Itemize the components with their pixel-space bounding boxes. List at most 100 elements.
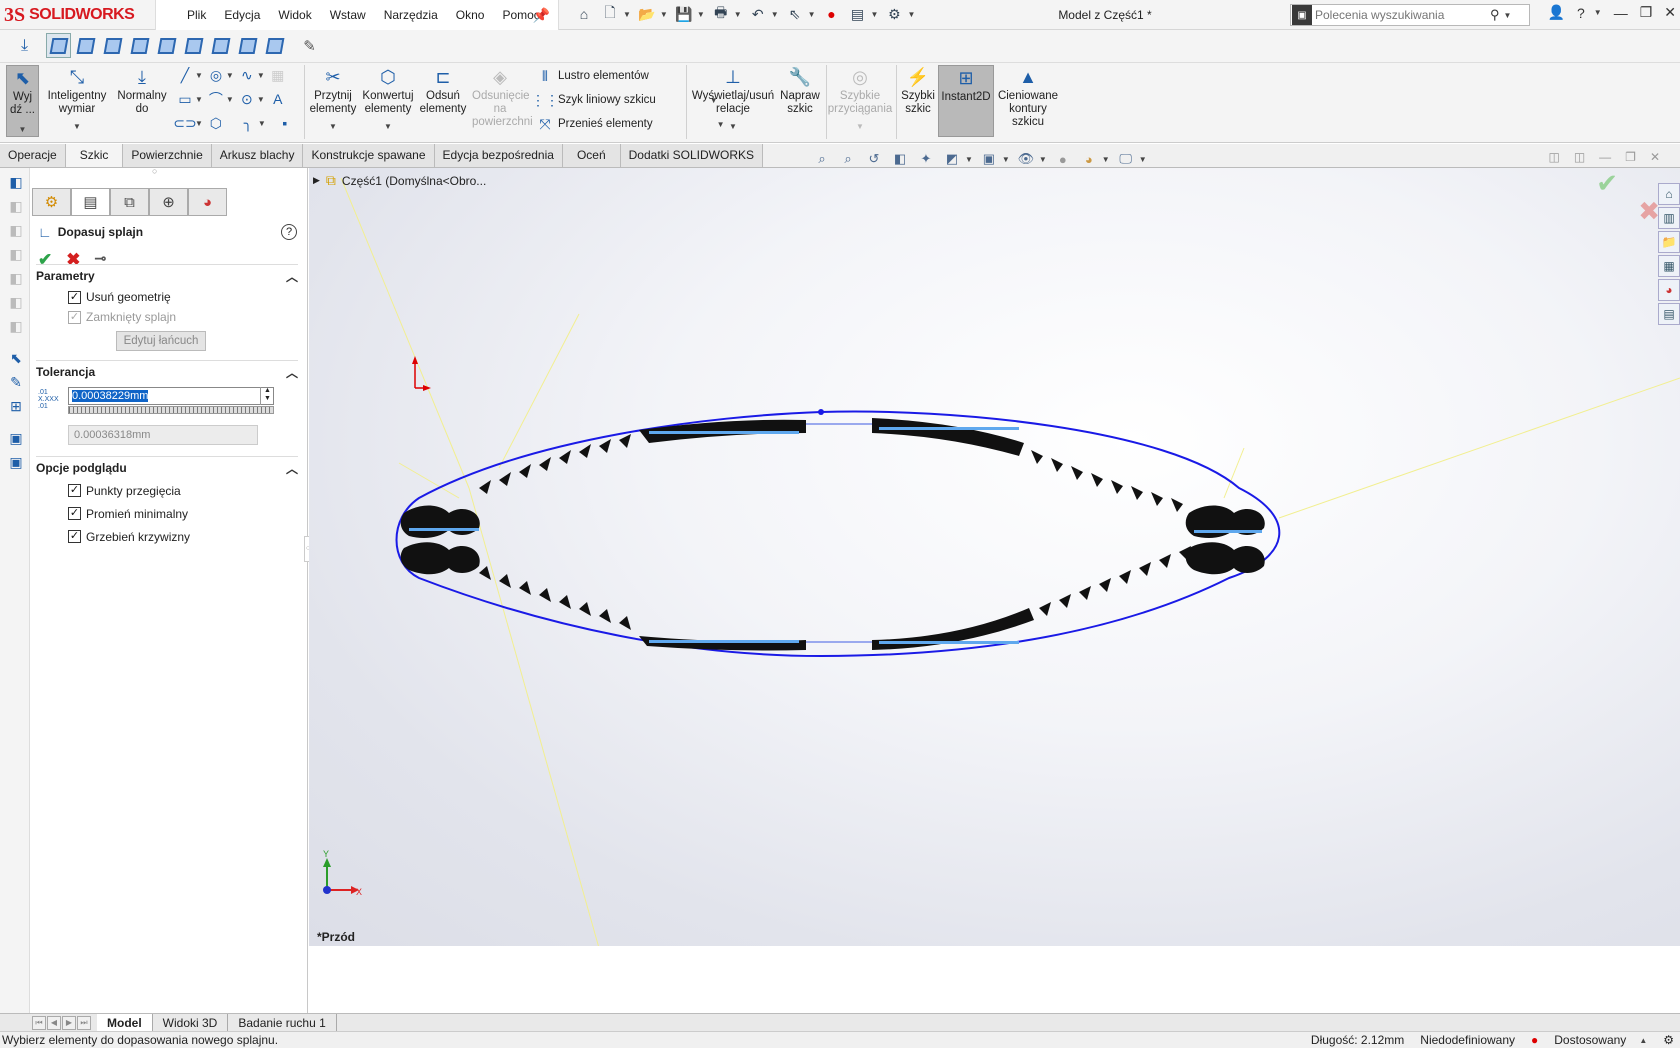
menu-okno[interactable]: Okno xyxy=(447,8,494,22)
chevron-down-icon[interactable]: ▼ xyxy=(808,10,816,19)
file-properties-icon[interactable]: ▤ xyxy=(848,4,868,24)
chevron-down-icon[interactable]: ▼ xyxy=(258,119,266,128)
chevron-down-icon[interactable]: ▼ xyxy=(856,120,864,133)
chevron-down-icon[interactable]: ▼ xyxy=(1594,8,1602,17)
chevron-down-icon[interactable]: ▼ xyxy=(257,95,265,104)
bottom-view-icon[interactable] xyxy=(181,33,206,58)
chevron-down-icon[interactable]: ▼ xyxy=(729,120,737,133)
help-icon[interactable]: ? xyxy=(1577,5,1585,21)
dimxpert-tab-icon[interactable]: ⊕ xyxy=(149,188,188,216)
isometric-view-icon[interactable] xyxy=(208,33,233,58)
point-icon[interactable]: ▪ xyxy=(276,114,294,132)
view-selector-icon[interactable]: ✎ xyxy=(297,33,322,58)
splitter-handle[interactable]: ○ xyxy=(152,166,157,176)
dimetric-view-icon[interactable] xyxy=(262,33,287,58)
boundary-icon[interactable]: ◧ xyxy=(6,268,26,288)
help-icon[interactable]: ? xyxy=(281,224,297,240)
chevron-down-icon[interactable]: ▼ xyxy=(1139,155,1147,164)
section-view-icon[interactable]: ◧ xyxy=(890,150,910,168)
fillet-feature-icon[interactable]: ◧ xyxy=(6,316,26,336)
next-tab-arrow-icon[interactable]: ▶ xyxy=(62,1015,76,1030)
rapid-sketch-button[interactable]: ⚡ Szybki szkic xyxy=(898,65,938,116)
first-tab-arrow-icon[interactable]: ⏮ xyxy=(32,1015,46,1030)
menu-narzedzia[interactable]: Narzędzia xyxy=(375,8,447,22)
custom-properties-icon[interactable]: ▤ xyxy=(1658,303,1680,325)
minimum-radius-checkbox[interactable]: ✓ xyxy=(68,507,81,520)
chevron-down-icon[interactable]: ▼ xyxy=(1102,155,1110,164)
chevron-down-icon[interactable]: ▼ xyxy=(384,120,392,133)
chevron-down-icon[interactable]: ▼ xyxy=(19,123,27,136)
display-style-icon[interactable]: ▣ xyxy=(979,150,999,168)
menu-edycja[interactable]: Edycja xyxy=(215,8,269,22)
trim-entities-button[interactable]: ✂ Przytnij elementy ▼ xyxy=(306,65,360,133)
delete-geometry-checkbox[interactable]: ✓ xyxy=(68,290,81,304)
appearances-icon[interactable]: ◕ xyxy=(1658,279,1680,301)
spline-icon[interactable]: ∿ xyxy=(238,66,256,84)
sweep-icon[interactable]: ◧ xyxy=(6,220,26,240)
tolerance-spinner[interactable]: ▲ ▼ xyxy=(260,387,274,405)
minimize-icon[interactable]: — xyxy=(1614,5,1628,21)
menu-widok[interactable]: Widok xyxy=(269,8,320,22)
expand-arrow-icon[interactable]: ▶ xyxy=(313,175,320,186)
view-orientation-icon[interactable]: ◩ xyxy=(942,150,962,168)
display-manager-tab-icon[interactable]: ◕ xyxy=(188,188,227,216)
chevron-down-icon[interactable]: ▼ xyxy=(907,10,915,19)
chevron-down-icon[interactable]: ▼ xyxy=(771,10,779,19)
configuration-manager-tab-icon[interactable]: ⧉ xyxy=(110,188,149,216)
rebuild-traffic-light-icon[interactable]: ● xyxy=(822,4,842,24)
chevron-down-icon[interactable]: ▼ xyxy=(871,10,879,19)
view-settings-icon[interactable]: 🖵 xyxy=(1116,150,1136,168)
extrude-icon[interactable]: ◧ xyxy=(6,172,26,192)
tab-model[interactable]: Model xyxy=(97,1014,153,1031)
chevron-down-icon[interactable]: ▼ xyxy=(660,10,668,19)
rectangle-icon[interactable]: ▭ xyxy=(176,90,194,108)
tolerance-header[interactable]: Tolerancja ︿ xyxy=(36,361,298,383)
tab-powierzchnie[interactable]: Powierzchnie xyxy=(123,144,212,167)
shaded-sketch-contours-button[interactable]: ▲ Cieniowane kontury szkicu xyxy=(996,65,1060,129)
top-view-icon[interactable] xyxy=(154,33,179,58)
right-view-icon[interactable] xyxy=(127,33,152,58)
chevron-down-icon[interactable]: ▼ xyxy=(623,10,631,19)
tab-operacje[interactable]: Operacje xyxy=(0,144,66,167)
feature-manager-tab-icon[interactable]: ⚙ xyxy=(32,188,71,216)
menu-plik[interactable]: Plik xyxy=(178,8,215,22)
insert-block-icon[interactable]: ▣ xyxy=(6,428,26,448)
chevron-down-icon[interactable]: ▼ xyxy=(195,71,203,80)
view-palette-icon[interactable]: ▦ xyxy=(1658,255,1680,277)
display-delete-relations-button[interactable]: ⊥ Wyświetlaj/usuń relacje ▼ xyxy=(690,65,776,133)
property-manager-tab-icon[interactable]: ▤ xyxy=(71,188,110,216)
print-icon[interactable]: 🖶 xyxy=(711,4,731,24)
restore-icon[interactable]: ❐ xyxy=(1640,4,1653,21)
repair-sketch-button[interactable]: 🔧 Napraw szkic xyxy=(778,65,822,116)
front-view-icon[interactable] xyxy=(46,33,71,58)
chevron-down-icon[interactable]: ▼ xyxy=(226,71,234,80)
ellipse-icon[interactable]: ⊙ xyxy=(238,90,256,108)
spline-point[interactable] xyxy=(818,409,824,415)
zoom-to-area-icon[interactable]: ⌕ xyxy=(838,150,858,168)
undo-icon[interactable]: ↶ xyxy=(748,4,768,24)
collapse-chevron-icon[interactable]: ︿ xyxy=(286,364,298,381)
curvature-comb-option[interactable]: ✓ Grzebień krzywizny xyxy=(68,525,298,548)
pin-icon[interactable]: 📌 xyxy=(533,7,550,24)
chevron-down-icon[interactable]: ▼ xyxy=(73,120,81,133)
confirm-cancel-icon[interactable]: ✖ xyxy=(1638,196,1660,227)
chevron-down-icon[interactable]: ▼ xyxy=(329,120,337,133)
previous-pane-icon[interactable]: ◫ xyxy=(1548,150,1559,164)
collapse-chevron-icon[interactable]: ︿ xyxy=(286,460,298,477)
hide-show-items-icon[interactable]: 👁 xyxy=(1016,150,1036,168)
curvature-comb-checkbox[interactable]: ✓ xyxy=(68,530,81,543)
arc-icon[interactable]: ⌒ xyxy=(207,90,225,108)
plane-icon[interactable]: ▦ xyxy=(269,66,287,84)
revolve-icon[interactable]: ◧ xyxy=(6,196,26,216)
unit-system[interactable]: Dostosowany xyxy=(1554,1033,1626,1047)
tab-3d-views[interactable]: Widoki 3D xyxy=(153,1014,229,1031)
circle-icon[interactable]: ◎ xyxy=(207,66,225,84)
last-tab-arrow-icon[interactable]: ⏭ xyxy=(77,1015,91,1030)
normal-to-button[interactable]: ⤓ Normalny do xyxy=(112,65,172,116)
solidworks-logo[interactable]: 3S SOLIDWORKS xyxy=(4,4,135,26)
smart-dimension-button[interactable]: ⤡ Inteligentny wymiar ▼ xyxy=(44,65,110,133)
zoom-to-fit-icon[interactable]: ⌕ xyxy=(812,150,832,168)
cut-icon[interactable]: ◧ xyxy=(6,292,26,312)
fillet-icon[interactable]: ╮ xyxy=(239,114,257,132)
solidworks-resources-icon[interactable]: ⌂ xyxy=(1658,183,1680,205)
